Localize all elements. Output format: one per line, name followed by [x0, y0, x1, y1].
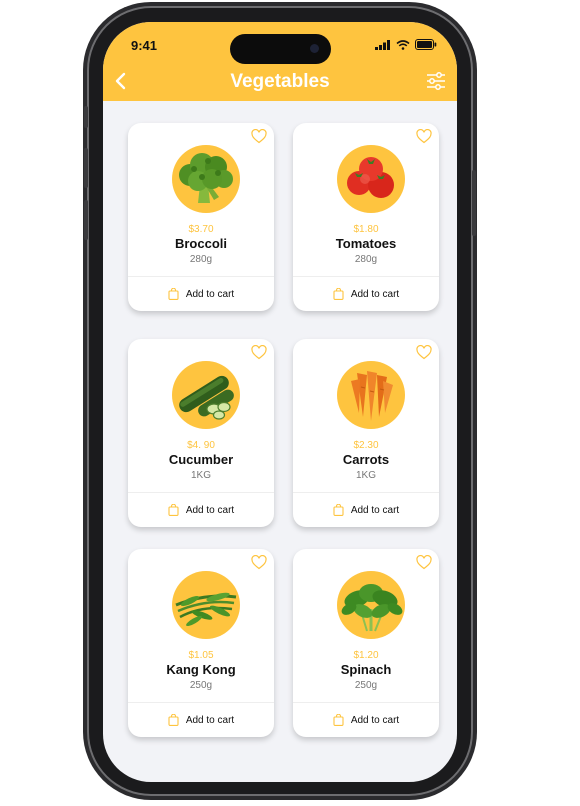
product-card-kang-kong[interactable]: $1.05 Kang Kong 250g Add to cart	[128, 549, 274, 737]
product-price: $1.80	[353, 224, 379, 235]
dynamic-island	[230, 34, 331, 64]
shopping-bag-icon	[168, 714, 179, 726]
product-price: $1.05	[188, 650, 214, 661]
kang-kong-image	[172, 571, 240, 639]
product-name: Kang Kong	[166, 662, 236, 677]
spinach-image	[337, 571, 405, 639]
heart-icon[interactable]	[251, 345, 267, 360]
add-to-cart-button[interactable]: Add to cart	[293, 493, 439, 527]
product-weight: 1KG	[190, 470, 211, 481]
product-weight: 250g	[354, 680, 378, 691]
heart-icon[interactable]	[416, 555, 432, 570]
page-title: Vegetables	[230, 71, 330, 92]
product-price: $2.30	[353, 440, 379, 451]
shopping-bag-icon	[333, 714, 344, 726]
product-price: $4. 90	[187, 440, 215, 451]
heart-icon[interactable]	[251, 555, 267, 570]
wifi-icon	[396, 39, 410, 50]
heart-icon[interactable]	[416, 345, 432, 360]
product-weight: 280g	[354, 254, 378, 265]
shopping-bag-icon	[168, 288, 179, 300]
product-price: $1.20	[353, 650, 379, 661]
product-weight: 1KG	[355, 470, 376, 481]
product-name: Tomatoes	[335, 236, 397, 251]
volume-up-button	[84, 148, 88, 188]
add-to-cart-label: Add to cart	[350, 714, 400, 726]
broccoli-image	[172, 145, 240, 213]
power-button	[472, 170, 476, 236]
carrots-image	[337, 361, 405, 429]
shopping-bag-icon	[168, 504, 179, 516]
battery-icon	[415, 39, 437, 50]
mute-switch	[84, 106, 88, 128]
shopping-bag-icon	[333, 504, 344, 516]
app-screen: 9:41 Vegetables $3.70 Broccoli 280g Add …	[103, 22, 457, 782]
product-name: Broccoli	[174, 236, 227, 251]
cucumber-image	[172, 361, 240, 429]
product-card-cucumber[interactable]: $4. 90 Cucumber 1KG Add to cart	[128, 339, 274, 527]
status-icons	[375, 39, 437, 50]
product-card-broccoli[interactable]: $3.70 Broccoli 280g Add to cart	[128, 123, 274, 311]
add-to-cart-label: Add to cart	[185, 714, 235, 726]
add-to-cart-label: Add to cart	[185, 288, 235, 300]
shopping-bag-icon	[333, 288, 344, 300]
product-weight: 250g	[189, 680, 213, 691]
heart-icon[interactable]	[251, 129, 267, 144]
add-to-cart-button[interactable]: Add to cart	[128, 493, 274, 527]
add-to-cart-button[interactable]: Add to cart	[128, 277, 274, 311]
product-weight: 280g	[189, 254, 213, 265]
add-to-cart-button[interactable]: Add to cart	[128, 703, 274, 737]
add-to-cart-label: Add to cart	[185, 504, 235, 516]
tomatoes-image	[337, 145, 405, 213]
product-card-spinach[interactable]: $1.20 Spinach 250g Add to cart	[293, 549, 439, 737]
volume-down-button	[84, 200, 88, 240]
product-price: $3.70	[188, 224, 214, 235]
product-name: Cucumber	[168, 452, 234, 467]
add-to-cart-label: Add to cart	[350, 288, 400, 300]
camera-icon	[310, 44, 319, 53]
sliders-icon	[427, 72, 445, 90]
add-to-cart-button[interactable]: Add to cart	[293, 277, 439, 311]
product-name: Spinach	[340, 662, 392, 677]
app-header: 9:41 Vegetables	[103, 22, 457, 101]
add-to-cart-label: Add to cart	[350, 504, 400, 516]
add-to-cart-button[interactable]: Add to cart	[293, 703, 439, 737]
heart-icon[interactable]	[416, 129, 432, 144]
product-name: Carrots	[342, 452, 390, 467]
status-time: 9:41	[131, 38, 158, 53]
signal-icon	[375, 39, 390, 50]
filter-button[interactable]	[425, 71, 447, 91]
product-card-tomatoes[interactable]: $1.80 Tomatoes 280g Add to cart	[293, 123, 439, 311]
product-card-carrots[interactable]: $2.30 Carrots 1KG Add to cart	[293, 339, 439, 527]
